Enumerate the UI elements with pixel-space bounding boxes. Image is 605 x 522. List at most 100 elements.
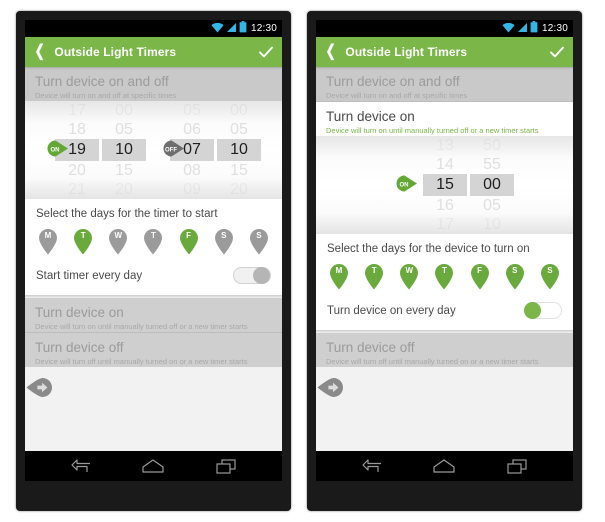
picker-cell[interactable]: 00 (217, 101, 261, 120)
picker-cell[interactable]: 15 (217, 161, 261, 180)
picker-cell[interactable]: 20 (217, 180, 261, 199)
list-item-subtitle: Device will turn off until manually turn… (35, 356, 248, 366)
day-pin-wed[interactable]: W (398, 263, 420, 290)
day-pin-sat[interactable]: S (213, 228, 235, 255)
day-pin-sun[interactable]: S (248, 228, 270, 255)
on-badge: ON (47, 140, 69, 162)
back-chevron-icon[interactable]: ❮ (35, 44, 45, 60)
day-pin-label: W (114, 231, 123, 240)
back-arrow-icon[interactable] (71, 459, 91, 473)
picker-cell[interactable]: 50 (470, 136, 514, 155)
list-item-turn-off[interactable]: Turn device off Device will turn off unt… (25, 333, 282, 397)
picker-cell[interactable]: 17 (55, 101, 99, 120)
picker-cell[interactable]: 06 (170, 120, 214, 139)
check-icon[interactable] (549, 44, 565, 60)
picker-cell[interactable]: 15 (102, 161, 146, 180)
picker-cell[interactable]: 05 (217, 120, 261, 139)
picker-cell[interactable]: 09 (170, 180, 214, 199)
picker-cell-selected[interactable]: 00 (470, 174, 514, 196)
picker-cell-selected[interactable]: 10 (217, 139, 261, 161)
picker-cell-selected[interactable]: 10 (102, 139, 146, 161)
check-icon[interactable] (258, 44, 274, 60)
picker-cell[interactable]: 05 (470, 196, 514, 215)
screen-left: 12:30 ❮ Outside Light Timers Turn device… (25, 20, 282, 481)
picker-cell[interactable]: 05 (102, 120, 146, 139)
list-item-on-and-off[interactable]: Turn device on and off Device will turn … (25, 67, 282, 137)
picker-cell[interactable]: 18 (55, 120, 99, 139)
picker-cell[interactable]: 16 (423, 196, 467, 215)
app-bar-left: ❮ Outside Light Timers (25, 37, 282, 67)
day-pin-mon[interactable]: M (328, 263, 350, 290)
day-selector[interactable]: M T W T F S S (327, 263, 562, 290)
day-pin-label: F (477, 266, 483, 275)
picker-cell[interactable]: 00 (102, 101, 146, 120)
day-pin-mon[interactable]: M (37, 228, 59, 255)
picker-cell[interactable]: 08 (170, 161, 214, 180)
picker-cell[interactable]: 14 (423, 155, 467, 174)
signal-icon (517, 20, 528, 38)
gray-right-arrow-pin-icon[interactable] (26, 376, 263, 399)
picker-cell[interactable]: 05 (170, 101, 214, 120)
app-bar-right: ❮ Outside Light Timers (316, 37, 573, 67)
picker-cell[interactable]: 21 (55, 180, 99, 199)
back-arrow-icon[interactable] (362, 459, 382, 473)
days-section-title: Select the days for the device to turn o… (327, 243, 530, 255)
nav-bar-right (316, 451, 573, 481)
every-day-row: Turn device on every day (327, 302, 562, 319)
list-item-title: Turn device off (35, 340, 124, 355)
day-pin-thu[interactable]: T (142, 228, 164, 255)
picker-cell[interactable]: 20 (102, 180, 146, 199)
day-pin-tue[interactable]: T (72, 228, 94, 255)
day-pin-label: S (221, 231, 227, 240)
picker-cell[interactable]: 17 (423, 215, 467, 234)
list-item-turn-on[interactable]: Turn device on Device will turn on until… (25, 298, 282, 362)
picker-column-minutes[interactable]: 50 55 00 05 10 (470, 136, 514, 234)
list-item-title: Turn device on and off (35, 74, 169, 89)
time-picker-turn-on[interactable]: 13 14 15 16 17 50 55 00 05 10 ON (316, 136, 573, 234)
wifi-icon (502, 20, 515, 38)
recents-icon[interactable] (507, 458, 527, 474)
every-day-toggle[interactable] (233, 267, 271, 284)
every-day-label: Turn device on every day (327, 304, 456, 317)
day-pin-fri[interactable]: F (178, 228, 200, 255)
list-item-turn-off[interactable]: Turn device off Device will turn off unt… (316, 333, 573, 397)
off-badge: OFF (163, 140, 185, 162)
picker-column-hours[interactable]: 13 14 15 16 17 (423, 136, 467, 234)
phone-left: 12:30 ❮ Outside Light Timers Turn device… (16, 11, 291, 511)
day-pin-label: T (80, 231, 86, 240)
day-pin-fri[interactable]: F (469, 263, 491, 290)
list-item-subtitle: Device will turn on until manually turne… (326, 125, 539, 135)
day-pin-sun[interactable]: S (539, 263, 561, 290)
picker-column-off-minutes[interactable]: 00 05 10 15 20 (217, 101, 261, 199)
day-pin-tue[interactable]: T (363, 263, 385, 290)
recents-icon[interactable] (216, 458, 236, 474)
day-pin-label: T (442, 266, 447, 275)
svg-text:OFF: OFF (165, 148, 177, 154)
day-pin-wed[interactable]: W (107, 228, 129, 255)
picker-cell[interactable]: 55 (470, 155, 514, 174)
day-pin-thu[interactable]: T (433, 263, 455, 290)
home-icon[interactable] (142, 459, 165, 473)
picker-cell[interactable]: 10 (470, 215, 514, 234)
list-item-on-and-off[interactable]: Turn device on and off Device will turn … (316, 67, 573, 131)
every-day-toggle[interactable] (524, 302, 562, 319)
list-item-subtitle: Device will turn on and off at specific … (326, 90, 468, 100)
time-picker-on-off[interactable]: 17 18 19 20 21 00 05 10 15 20 05 06 07 0… (25, 101, 282, 199)
day-pin-sat[interactable]: S (504, 263, 526, 290)
status-bar-clock: 12:30 (541, 23, 568, 34)
home-icon[interactable] (433, 459, 456, 473)
battery-icon (530, 20, 538, 38)
picker-cell[interactable]: 13 (423, 136, 467, 155)
picker-cell-selected[interactable]: 15 (423, 174, 467, 196)
every-day-row: Start timer every day (36, 267, 271, 284)
picker-column-on-minutes[interactable]: 00 05 10 15 20 (102, 101, 146, 199)
days-section-title: Select the days for the timer to start (36, 208, 218, 220)
toggle-knob (524, 302, 541, 319)
list-item-turn-on[interactable]: Turn device on Device will turn on until… (316, 102, 573, 172)
gray-right-arrow-pin-icon[interactable] (317, 376, 554, 399)
screen-right: 12:30 ❮ Outside Light Timers Turn device… (316, 20, 573, 481)
days-section-right: Select the days for the device to turn o… (316, 234, 573, 330)
picker-cell[interactable]: 20 (55, 161, 99, 180)
day-selector[interactable]: M T W T F S S (36, 228, 271, 255)
back-chevron-icon[interactable]: ❮ (326, 44, 336, 60)
